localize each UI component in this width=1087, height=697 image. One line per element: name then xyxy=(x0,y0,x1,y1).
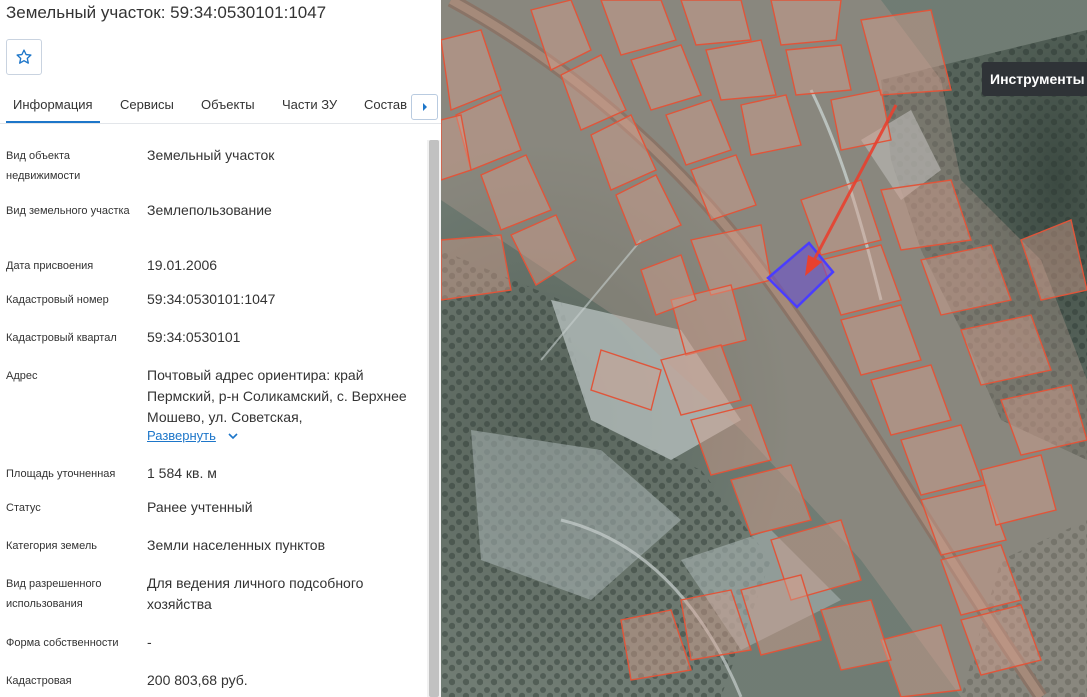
attribute-label: Кадастровая xyxy=(6,675,72,687)
cadastral-quarter-value: 59:34:0530101 xyxy=(147,329,241,345)
expand-link-label: Развернуть xyxy=(147,428,216,443)
attribute-label: Кадастровый номер xyxy=(6,294,109,306)
tabs-scroll-right-button[interactable] xyxy=(411,94,438,120)
chevron-down-icon xyxy=(227,433,238,440)
panel-scroll-thumb[interactable] xyxy=(429,140,439,697)
panel-title: Земельный участок: 59:34:0530101:1047 xyxy=(6,3,327,22)
attribute-value: Землепользование xyxy=(147,202,272,218)
attribute-label: Дата присвоения xyxy=(6,260,94,272)
attribute-label: Вид земельного участка xyxy=(6,205,130,217)
app-root: Земельный участок: 59:34:0530101:1047 Ин… xyxy=(0,0,1087,697)
expand-address-link[interactable]: Развернуть xyxy=(147,428,238,443)
satellite-map[interactable] xyxy=(441,0,1087,697)
attribute-label: Вид объекта недвижимости xyxy=(6,150,81,182)
attribute-label: Кадастровый квартал xyxy=(6,332,117,344)
tab-information[interactable]: Информация xyxy=(6,86,100,123)
info-panel: Земельный участок: 59:34:0530101:1047 Ин… xyxy=(0,0,441,697)
ownership-value: - xyxy=(147,634,152,650)
attribute-label: Адрес xyxy=(6,370,38,382)
land-category-value: Земли населенных пунктов xyxy=(147,537,326,553)
attribute-label: Категория земель xyxy=(6,540,97,552)
permitted-use-value: Для ведения личного подсобного хозяйства xyxy=(147,575,364,612)
attribute-value: 19.01.2006 xyxy=(147,257,218,273)
attribute-list: Вид объекта недвижимости Земельный участ… xyxy=(0,124,427,697)
tab-composition[interactable]: Состав xyxy=(364,86,407,123)
caret-right-icon xyxy=(422,103,427,111)
star-outline-icon xyxy=(16,49,32,64)
attribute-label: Площадь уточненная xyxy=(6,468,116,480)
tab-parcel-parts[interactable]: Части ЗУ xyxy=(282,86,337,123)
favorite-button[interactable] xyxy=(6,39,42,75)
status-value: Ранее учтенный xyxy=(147,499,253,515)
tab-services[interactable]: Сервисы xyxy=(120,86,174,123)
attribute-label: Форма собственности xyxy=(6,637,119,649)
attribute-label: Статус xyxy=(6,502,41,514)
attribute-label: Вид разрешенного использования xyxy=(6,578,102,610)
tools-tooltip: Инструменты xyxy=(982,62,1087,96)
area-value: 1 584 кв. м xyxy=(147,465,217,481)
map-view[interactable] xyxy=(441,0,1087,697)
cadastral-value: 200 803,68 руб. xyxy=(147,672,248,688)
cadastral-number-value: 59:34:0530101:1047 xyxy=(147,291,276,307)
attribute-value: Земельный участок xyxy=(147,147,275,163)
tab-objects[interactable]: Объекты xyxy=(201,86,255,123)
tab-bar: Информация Сервисы Объекты Части ЗУ Сост… xyxy=(0,86,441,124)
address-value: Почтовый адрес ориентира: край Пермский,… xyxy=(147,367,407,425)
